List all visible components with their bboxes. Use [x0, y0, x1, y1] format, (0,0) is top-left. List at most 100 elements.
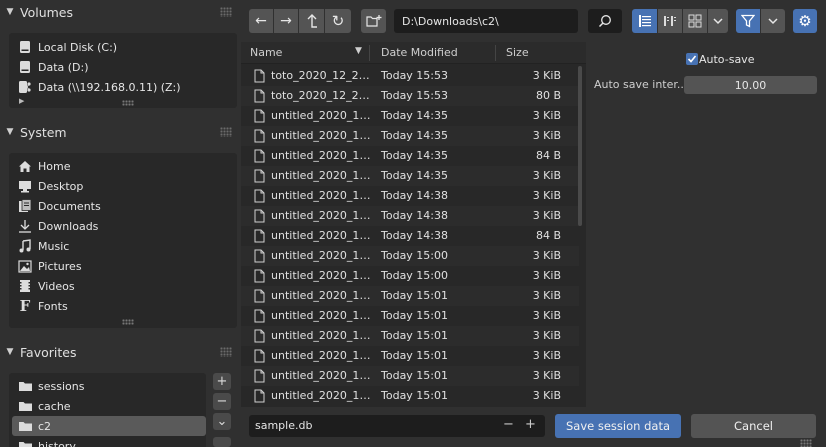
file-row[interactable]: untitled_2020_12... Today 15:01 3 KiB [241, 366, 579, 386]
volumes-panel-header[interactable]: ▼ Volumes [0, 0, 238, 24]
file-name: untitled_2020_12... [271, 349, 371, 362]
file-row[interactable]: untitled_2020_12... Today 14:35 84 B [241, 146, 579, 166]
file-row[interactable]: untitled_2020_12... Today 14:38 3 KiB [241, 186, 579, 206]
new-folder-button[interactable] [361, 9, 386, 33]
file-row[interactable]: untitled_2020_12... Today 15:01 3 KiB [241, 306, 579, 326]
column-header-date[interactable]: Date Modified [381, 46, 458, 59]
back-button[interactable]: ← [249, 9, 273, 33]
autosave-interval-field[interactable]: 10.00 [684, 76, 817, 94]
column-header-name[interactable]: Name [250, 46, 282, 59]
file-row[interactable]: toto_2020_12_22_... Today 15:53 80 B [241, 86, 579, 106]
move-up-button[interactable] [213, 437, 231, 447]
file-date: Today 14:35 [381, 129, 449, 142]
file-name: untitled_2020_12... [271, 229, 371, 242]
file-size: 3 KiB [532, 369, 561, 382]
sidebar-item-music[interactable]: Music [17, 236, 69, 256]
sidebar-item-c2[interactable]: c2 [12, 416, 206, 436]
resize-grip-icon[interactable] [122, 100, 134, 106]
desktop-icon [17, 178, 33, 194]
file-icon [254, 149, 265, 163]
save-session-button[interactable]: Save session data [555, 414, 681, 438]
sidebar-item-history[interactable]: history [17, 436, 76, 447]
file-icon [254, 129, 265, 143]
autosave-checkbox[interactable] [686, 53, 698, 65]
settings-button[interactable]: ⚙ [793, 9, 817, 33]
sidebar-item-documents[interactable]: Documents [17, 196, 101, 216]
scroll-arrow-icon[interactable]: ▶ [19, 97, 24, 105]
sidebar-item-videos[interactable]: Videos [17, 276, 75, 296]
sidebar-item-data-d[interactable]: Data (D:) [17, 57, 89, 77]
filename-input[interactable]: sample.db − + [249, 415, 545, 437]
drag-grip-icon[interactable] [220, 7, 232, 17]
folder-icon [17, 378, 33, 394]
file-size: 3 KiB [532, 209, 561, 222]
file-size: 3 KiB [532, 329, 561, 342]
file-row[interactable]: untitled_2020_12... Today 15:00 3 KiB [241, 246, 579, 266]
autosave-label[interactable]: Auto-save [699, 53, 754, 66]
decrement-button[interactable]: − [503, 417, 514, 432]
remove-favorite-button[interactable]: − [213, 393, 231, 410]
file-date: Today 14:35 [381, 169, 449, 182]
vertical-list-view-button[interactable] [632, 9, 657, 33]
file-row[interactable]: untitled_2020_12... Today 14:38 84 B [241, 226, 579, 246]
sidebar-item-pictures[interactable]: Pictures [17, 256, 82, 276]
sidebar-item-cache[interactable]: cache [17, 396, 71, 416]
filename-value: sample.db [255, 419, 313, 432]
file-date: Today 15:01 [381, 389, 449, 402]
file-row[interactable]: untitled_2020_12... Today 14:35 3 KiB [241, 106, 579, 126]
file-date: Today 14:35 [381, 149, 449, 162]
drag-grip-icon[interactable] [220, 127, 232, 137]
horizontal-list-view-button[interactable] [658, 9, 682, 33]
add-favorite-button[interactable]: + [213, 373, 231, 390]
filter-dropdown[interactable] [761, 9, 785, 33]
sidebar-item-sessions[interactable]: sessions [17, 376, 84, 396]
sidebar-item-fonts[interactable]: F Fonts [17, 296, 68, 316]
filter-toggle-button[interactable] [736, 9, 760, 33]
file-icon [254, 309, 265, 323]
file-row[interactable]: untitled_2020_12... Today 14:35 3 KiB [241, 126, 579, 146]
drag-grip-icon[interactable] [220, 347, 232, 357]
sidebar-item-network-z[interactable]: Data (\\192.168.0.11) (Z:) [17, 77, 181, 97]
column-header-row: Name ▼ Date Modified Size [241, 42, 586, 64]
column-separator[interactable] [369, 45, 370, 61]
sidebar-item-desktop[interactable]: Desktop [17, 176, 83, 196]
disk-icon [17, 59, 33, 75]
cancel-button[interactable]: Cancel [691, 414, 816, 438]
file-date: Today 15:01 [381, 309, 449, 322]
favorites-menu-button[interactable]: ⌄ [213, 413, 231, 430]
sidebar-item-home[interactable]: Home [17, 156, 70, 176]
directory-path-input[interactable]: D:\Downloads\c2\ [394, 9, 578, 33]
music-icon [17, 238, 33, 254]
file-size: 84 B [535, 229, 561, 242]
file-row[interactable]: untitled_2020_12... Today 15:01 3 KiB [241, 386, 579, 406]
file-row[interactable]: untitled_2020_12... Today 15:01 3 KiB [241, 286, 579, 306]
file-list-scrollbar[interactable] [578, 66, 582, 226]
file-row[interactable]: untitled_2020_12... Today 14:35 3 KiB [241, 166, 579, 186]
file-row[interactable]: untitled_2020_12... Today 14:38 3 KiB [241, 206, 579, 226]
resize-grip-icon[interactable] [122, 319, 134, 325]
forward-button[interactable]: → [274, 9, 298, 33]
refresh-button[interactable]: ↻ [325, 9, 351, 33]
file-row[interactable]: toto_2020_12_22_... Today 15:53 3 KiB [241, 66, 579, 86]
sidebar-item-label: Pictures [38, 259, 82, 273]
file-name: untitled_2020_12... [271, 289, 371, 302]
sort-triangle-icon[interactable]: ▼ [355, 46, 362, 56]
file-row[interactable]: untitled_2020_12... Today 15:01 3 KiB [241, 326, 579, 346]
favorites-panel-header[interactable]: ▼ Favorites [0, 340, 238, 364]
increment-button[interactable]: + [525, 417, 536, 432]
file-name: untitled_2020_12... [271, 269, 371, 282]
system-panel-header[interactable]: ▼ System [0, 120, 238, 144]
window-resize-grip-icon[interactable] [800, 439, 812, 447]
sidebar-item-local-disk-c[interactable]: Local Disk (C:) [17, 37, 117, 57]
column-header-size[interactable]: Size [506, 46, 529, 59]
sidebar-item-downloads[interactable]: Downloads [17, 216, 98, 236]
thumbnail-view-button[interactable] [683, 9, 707, 33]
file-list: Name ▼ Date Modified Size toto_2020_12_2… [241, 42, 586, 407]
file-icon [254, 209, 265, 223]
search-button[interactable] [588, 9, 622, 33]
column-separator[interactable] [495, 45, 496, 61]
file-row[interactable]: untitled_2020_12... Today 15:01 3 KiB [241, 346, 579, 366]
parent-directory-button[interactable] [299, 9, 324, 33]
display-size-dropdown[interactable] [708, 9, 728, 33]
file-row[interactable]: untitled_2020_12... Today 15:00 3 KiB [241, 266, 579, 286]
